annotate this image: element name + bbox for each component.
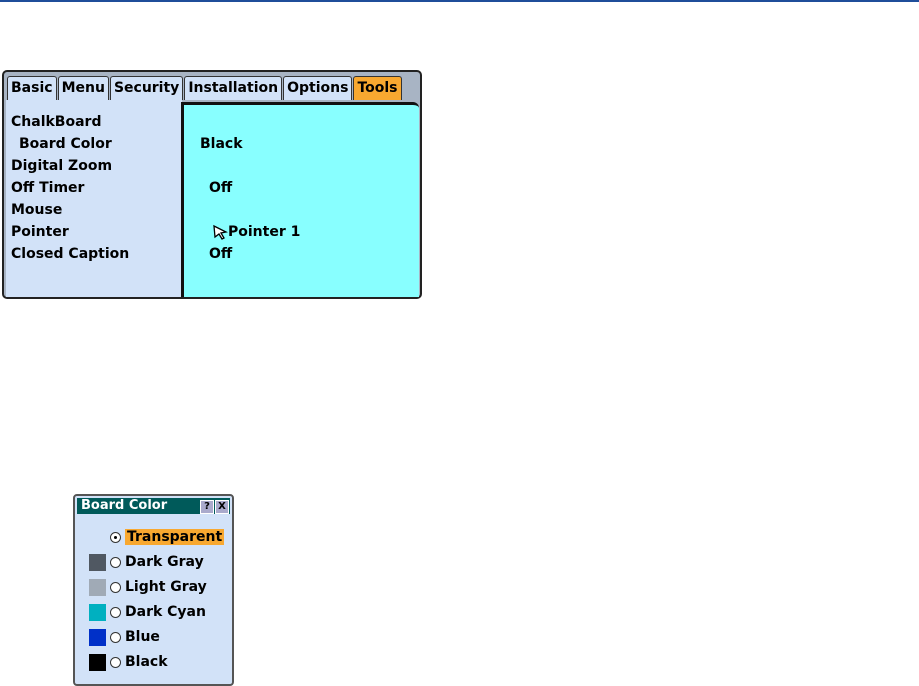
color-swatch bbox=[89, 529, 106, 546]
tab-menu[interactable]: Menu bbox=[57, 76, 109, 100]
board-color-dialog: Board Color ? X Transparent Dark Gray Ligh… bbox=[73, 494, 234, 686]
item-board-color[interactable]: Board Color bbox=[11, 134, 112, 154]
item-closed-caption[interactable]: Closed Caption bbox=[11, 244, 129, 264]
radio-button[interactable] bbox=[110, 631, 121, 643]
option-label: Dark Cyan bbox=[125, 604, 206, 620]
board-color-value: Black bbox=[200, 136, 243, 152]
tab-bar: Basic Menu Security Installation Options… bbox=[7, 76, 403, 100]
pointer-arrow-icon bbox=[213, 224, 228, 240]
item-chalkboard[interactable]: ChalkBoard bbox=[11, 112, 101, 132]
dialog-title: Board Color bbox=[81, 498, 168, 513]
radio-button[interactable] bbox=[110, 556, 121, 568]
tab-tools[interactable]: Tools bbox=[353, 76, 402, 100]
tools-menu: Basic Menu Security Installation Options… bbox=[2, 70, 422, 299]
radio-button[interactable] bbox=[110, 531, 121, 543]
tab-basic[interactable]: Basic bbox=[7, 76, 57, 100]
radio-button[interactable] bbox=[110, 606, 121, 618]
help-button[interactable]: ? bbox=[200, 500, 214, 514]
color-option-dark-cyan[interactable]: Dark Cyan bbox=[89, 602, 206, 622]
closed-caption-value: Off bbox=[209, 246, 233, 262]
option-label: Blue bbox=[125, 629, 160, 645]
pointer-value: Pointer 1 bbox=[212, 222, 300, 242]
off-timer-value: Off bbox=[209, 180, 233, 196]
color-swatch bbox=[89, 603, 106, 621]
color-swatch bbox=[89, 578, 106, 596]
menu-values: Black Off Pointer 1 Off bbox=[181, 102, 419, 297]
item-digital-zoom[interactable]: Digital Zoom bbox=[11, 156, 112, 176]
color-option-transparent[interactable]: Transparent bbox=[89, 527, 225, 547]
dialog-title-bar: Board Color ? X bbox=[77, 498, 230, 514]
color-option-black[interactable]: Black bbox=[89, 652, 168, 672]
tab-security[interactable]: Security bbox=[109, 76, 184, 100]
radio-button[interactable] bbox=[110, 656, 121, 668]
item-pointer[interactable]: Pointer bbox=[11, 222, 69, 242]
color-swatch bbox=[89, 653, 106, 671]
top-rule bbox=[0, 0, 919, 2]
color-swatch bbox=[89, 628, 106, 646]
color-swatch bbox=[89, 553, 106, 571]
tab-options[interactable]: Options bbox=[283, 76, 353, 100]
option-label: Transparent bbox=[125, 529, 225, 545]
option-label: Light Gray bbox=[125, 579, 207, 595]
pointer-value-text: Pointer 1 bbox=[228, 224, 301, 240]
item-off-timer[interactable]: Off Timer bbox=[11, 178, 84, 198]
color-option-blue[interactable]: Blue bbox=[89, 627, 160, 647]
radio-button[interactable] bbox=[110, 581, 121, 593]
color-option-light-gray[interactable]: Light Gray bbox=[89, 577, 207, 597]
color-option-dark-gray[interactable]: Dark Gray bbox=[89, 552, 204, 572]
close-button[interactable]: X bbox=[215, 500, 229, 514]
option-label: Black bbox=[125, 654, 168, 670]
option-label: Dark Gray bbox=[125, 554, 204, 570]
item-mouse[interactable]: Mouse bbox=[11, 200, 62, 220]
tab-installation[interactable]: Installation bbox=[184, 76, 283, 100]
menu-items: ChalkBoard Board Color Digital Zoom Off … bbox=[6, 100, 182, 297]
